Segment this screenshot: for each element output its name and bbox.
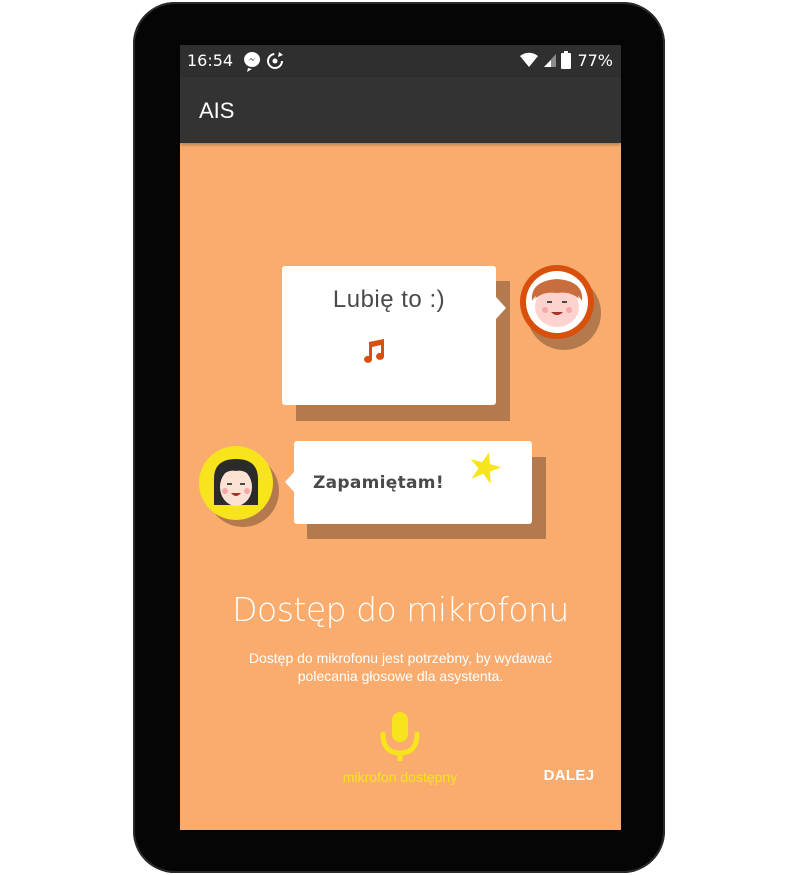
app-screen: 16:54 77% AIS Lubię to:) Zapamiętam! Do… — [180, 45, 621, 830]
user-message: Lubię to :) — [332, 286, 446, 313]
assistant-message: Zapamiętam! — [313, 473, 444, 493]
page-title: Dostęp do mikrofonu — [232, 590, 569, 629]
wifi-icon — [520, 52, 539, 67]
star-icon — [470, 452, 502, 483]
signal-icon — [544, 54, 557, 67]
sync-icon — [267, 52, 283, 69]
status-icons-left — [242, 49, 292, 72]
app-bar: AIS — [180, 77, 621, 143]
app-title: AIS — [199, 98, 235, 123]
music-note-icon — [364, 339, 385, 363]
assistant-speech-bubble: Zapamiętam! — [294, 441, 532, 524]
status-bar: 16:54 77% — [180, 45, 621, 77]
bubble-tail — [496, 297, 506, 319]
microphone-icon — [380, 712, 420, 761]
bubble-tail — [285, 471, 295, 493]
user-speech-bubble: Lubię to :) — [282, 266, 496, 405]
page-description: Dostęp do mikrofonu jest potrzebny, by w… — [248, 650, 553, 684]
status-icons-right: 77% — [519, 49, 613, 71]
status-time: 16:54 — [187, 51, 234, 70]
battery-icon — [561, 51, 572, 69]
boy-avatar — [520, 265, 601, 350]
battery-percentage: 77% — [577, 50, 613, 70]
next-button[interactable]: DALEJ — [534, 767, 604, 787]
girl-avatar — [199, 446, 279, 527]
messenger-icon — [244, 52, 261, 72]
microphone-status: mikrofon dostępny — [342, 769, 458, 785]
microphone-button[interactable] — [378, 709, 422, 765]
